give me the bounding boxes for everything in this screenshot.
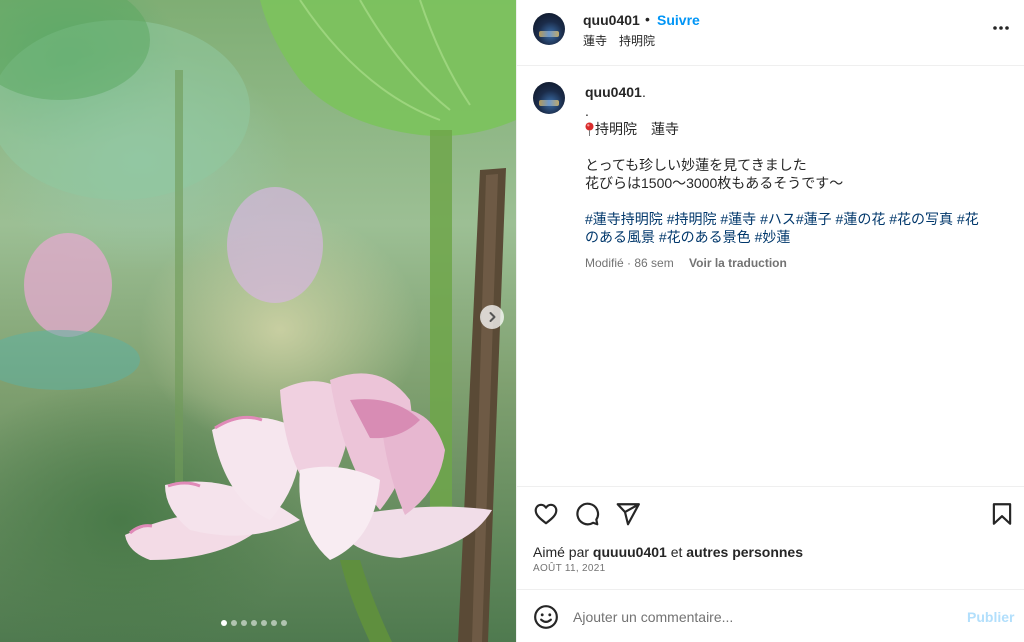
likes-prefix: Aimé par bbox=[533, 544, 590, 560]
carousel-dot bbox=[281, 620, 287, 626]
hashtag-link[interactable]: #ハス#蓮子 bbox=[760, 211, 832, 227]
hashtag-link[interactable]: #花 bbox=[957, 211, 979, 227]
send-icon[interactable] bbox=[615, 501, 641, 527]
caption-meta: Modifié · 86 sem Voir la traduction bbox=[585, 256, 787, 270]
likes-others-link[interactable]: autres personnes bbox=[686, 544, 803, 560]
post-header: quu0401 • Suivre 蓮寺 持明院 bbox=[517, 0, 1024, 66]
liker-username[interactable]: quuuu0401 bbox=[593, 544, 667, 560]
carousel-dot bbox=[241, 620, 247, 626]
likes-summary: Aimé par quuuu0401 et autres personnes bbox=[533, 544, 803, 560]
location-link[interactable]: 蓮寺 持明院 bbox=[583, 32, 655, 49]
caption-text-line: とっても珍しい妙蓮を見てきました bbox=[585, 157, 807, 173]
modified-timestamp: Modifié · 86 sem bbox=[585, 256, 674, 270]
emoji-icon[interactable] bbox=[533, 604, 559, 630]
heart-icon[interactable] bbox=[533, 501, 559, 527]
see-translation-link[interactable]: Voir la traduction bbox=[689, 256, 787, 270]
lotus-photo bbox=[0, 0, 516, 642]
caption-line: . bbox=[585, 103, 589, 119]
hashtag-link[interactable]: のある風景 bbox=[585, 229, 655, 245]
hashtag-link[interactable]: #蓮寺 bbox=[720, 211, 756, 227]
carousel-dot bbox=[251, 620, 257, 626]
action-bar bbox=[517, 486, 1024, 540]
comment-box: Publier bbox=[517, 589, 1024, 642]
caption-username[interactable]: quu0401 bbox=[585, 84, 642, 100]
hashtags-line: #蓮寺持明院 #持明院 #蓮寺 #ハス#蓮子 #蓮の花 #花の写真 #花 bbox=[585, 210, 1005, 228]
publish-button[interactable]: Publier bbox=[967, 609, 1014, 625]
caption-avatar[interactable] bbox=[533, 82, 565, 114]
carousel-dot bbox=[221, 620, 227, 626]
caption-body: . 持明院 蓮寺 とっても珍しい妙蓮を見てきました 花びらは1500〜3000枚… bbox=[585, 102, 1005, 246]
hashtag-link[interactable]: #花の写真 bbox=[889, 211, 953, 227]
post-date: AOÛT 11, 2021 bbox=[533, 563, 606, 574]
carousel-dot bbox=[271, 620, 277, 626]
follow-button[interactable]: Suivre bbox=[657, 12, 700, 28]
comment-input[interactable] bbox=[573, 606, 943, 628]
likes-conj: et bbox=[670, 544, 683, 560]
post-details-panel: quu0401 • Suivre 蓮寺 持明院 quu0401 . . 持明院 … bbox=[516, 0, 1024, 642]
more-horizontal-icon[interactable] bbox=[991, 18, 1011, 38]
hashtag-link[interactable]: #妙蓮 bbox=[755, 229, 791, 245]
caption-place-line: 持明院 蓮寺 bbox=[585, 120, 1005, 138]
hashtag-link[interactable]: #蓮寺持明院 bbox=[585, 211, 663, 227]
bookmark-icon[interactable] bbox=[989, 501, 1015, 527]
hashtag-link[interactable]: #花のある景色 bbox=[659, 229, 751, 245]
map-pin-icon bbox=[585, 122, 594, 136]
caption-text-line: 花びらは1500〜3000枚もあるそうです〜 bbox=[585, 175, 844, 191]
caption-trailing-dot: . bbox=[642, 84, 646, 100]
chevron-right-icon bbox=[489, 312, 496, 322]
carousel-indicator bbox=[221, 620, 287, 626]
carousel-dot bbox=[261, 620, 267, 626]
comment-icon[interactable] bbox=[574, 501, 600, 527]
carousel-next-button[interactable] bbox=[480, 305, 504, 329]
separator-dot: • bbox=[645, 11, 650, 27]
hashtag-link[interactable]: #蓮の花 bbox=[836, 211, 886, 227]
caption-place-text: 持明院 蓮寺 bbox=[595, 121, 679, 137]
author-username[interactable]: quu0401 bbox=[583, 12, 640, 28]
hashtags-line: のある風景 #花のある景色 #妙蓮 bbox=[585, 228, 1005, 246]
post-media[interactable] bbox=[0, 0, 516, 642]
avatar[interactable] bbox=[533, 13, 565, 45]
carousel-dot bbox=[231, 620, 237, 626]
hashtag-link[interactable]: #持明院 bbox=[667, 211, 717, 227]
